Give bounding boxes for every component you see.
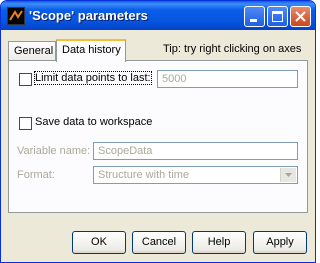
- close-icon: [295, 11, 306, 22]
- tab-data-history-label: Data history: [62, 44, 121, 56]
- format-label: Format:: [17, 169, 55, 181]
- limit-points-value: 5000: [162, 73, 187, 85]
- matlab-icon: [7, 7, 25, 25]
- maximize-button[interactable]: [267, 6, 288, 27]
- minimize-button[interactable]: [244, 6, 265, 27]
- window-title: 'Scope' parameters: [29, 8, 148, 23]
- tip-text: Tip: try right clicking on axes: [163, 43, 302, 55]
- limit-points-checkbox[interactable]: [19, 73, 32, 86]
- minimize-icon: [250, 19, 257, 22]
- variable-name-field[interactable]: ScopeData: [93, 142, 298, 160]
- chevron-down-icon: [285, 173, 292, 177]
- tab-control: General Data history Tip: try right clic…: [8, 39, 308, 213]
- apply-button[interactable]: Apply: [253, 231, 307, 254]
- format-select[interactable]: Structure with time: [93, 166, 298, 184]
- data-history-panel: Limit data points to last: 5000 Save dat…: [8, 60, 308, 213]
- dialog-window: 'Scope' parameters General Data history …: [0, 0, 316, 263]
- tab-data-history[interactable]: Data history: [56, 39, 126, 62]
- ok-button[interactable]: OK: [72, 231, 126, 254]
- tab-general[interactable]: General: [8, 41, 56, 61]
- format-value: Structure with time: [98, 169, 190, 181]
- limit-points-field[interactable]: 5000: [157, 70, 298, 88]
- help-button[interactable]: Help: [192, 231, 246, 254]
- variable-name-label: Variable name:: [17, 145, 91, 157]
- cancel-button[interactable]: Cancel: [132, 231, 186, 254]
- limit-points-label[interactable]: Limit data points to last:: [34, 71, 152, 85]
- dropdown-arrow[interactable]: [280, 168, 296, 182]
- title-bar[interactable]: 'Scope' parameters: [1, 1, 315, 30]
- tab-general-label: General: [14, 45, 54, 57]
- maximize-icon: [272, 11, 283, 22]
- save-workspace-checkbox[interactable]: [19, 117, 32, 130]
- variable-name-value: ScopeData: [98, 145, 153, 157]
- close-button[interactable]: [290, 6, 311, 27]
- save-workspace-label[interactable]: Save data to workspace: [35, 116, 152, 128]
